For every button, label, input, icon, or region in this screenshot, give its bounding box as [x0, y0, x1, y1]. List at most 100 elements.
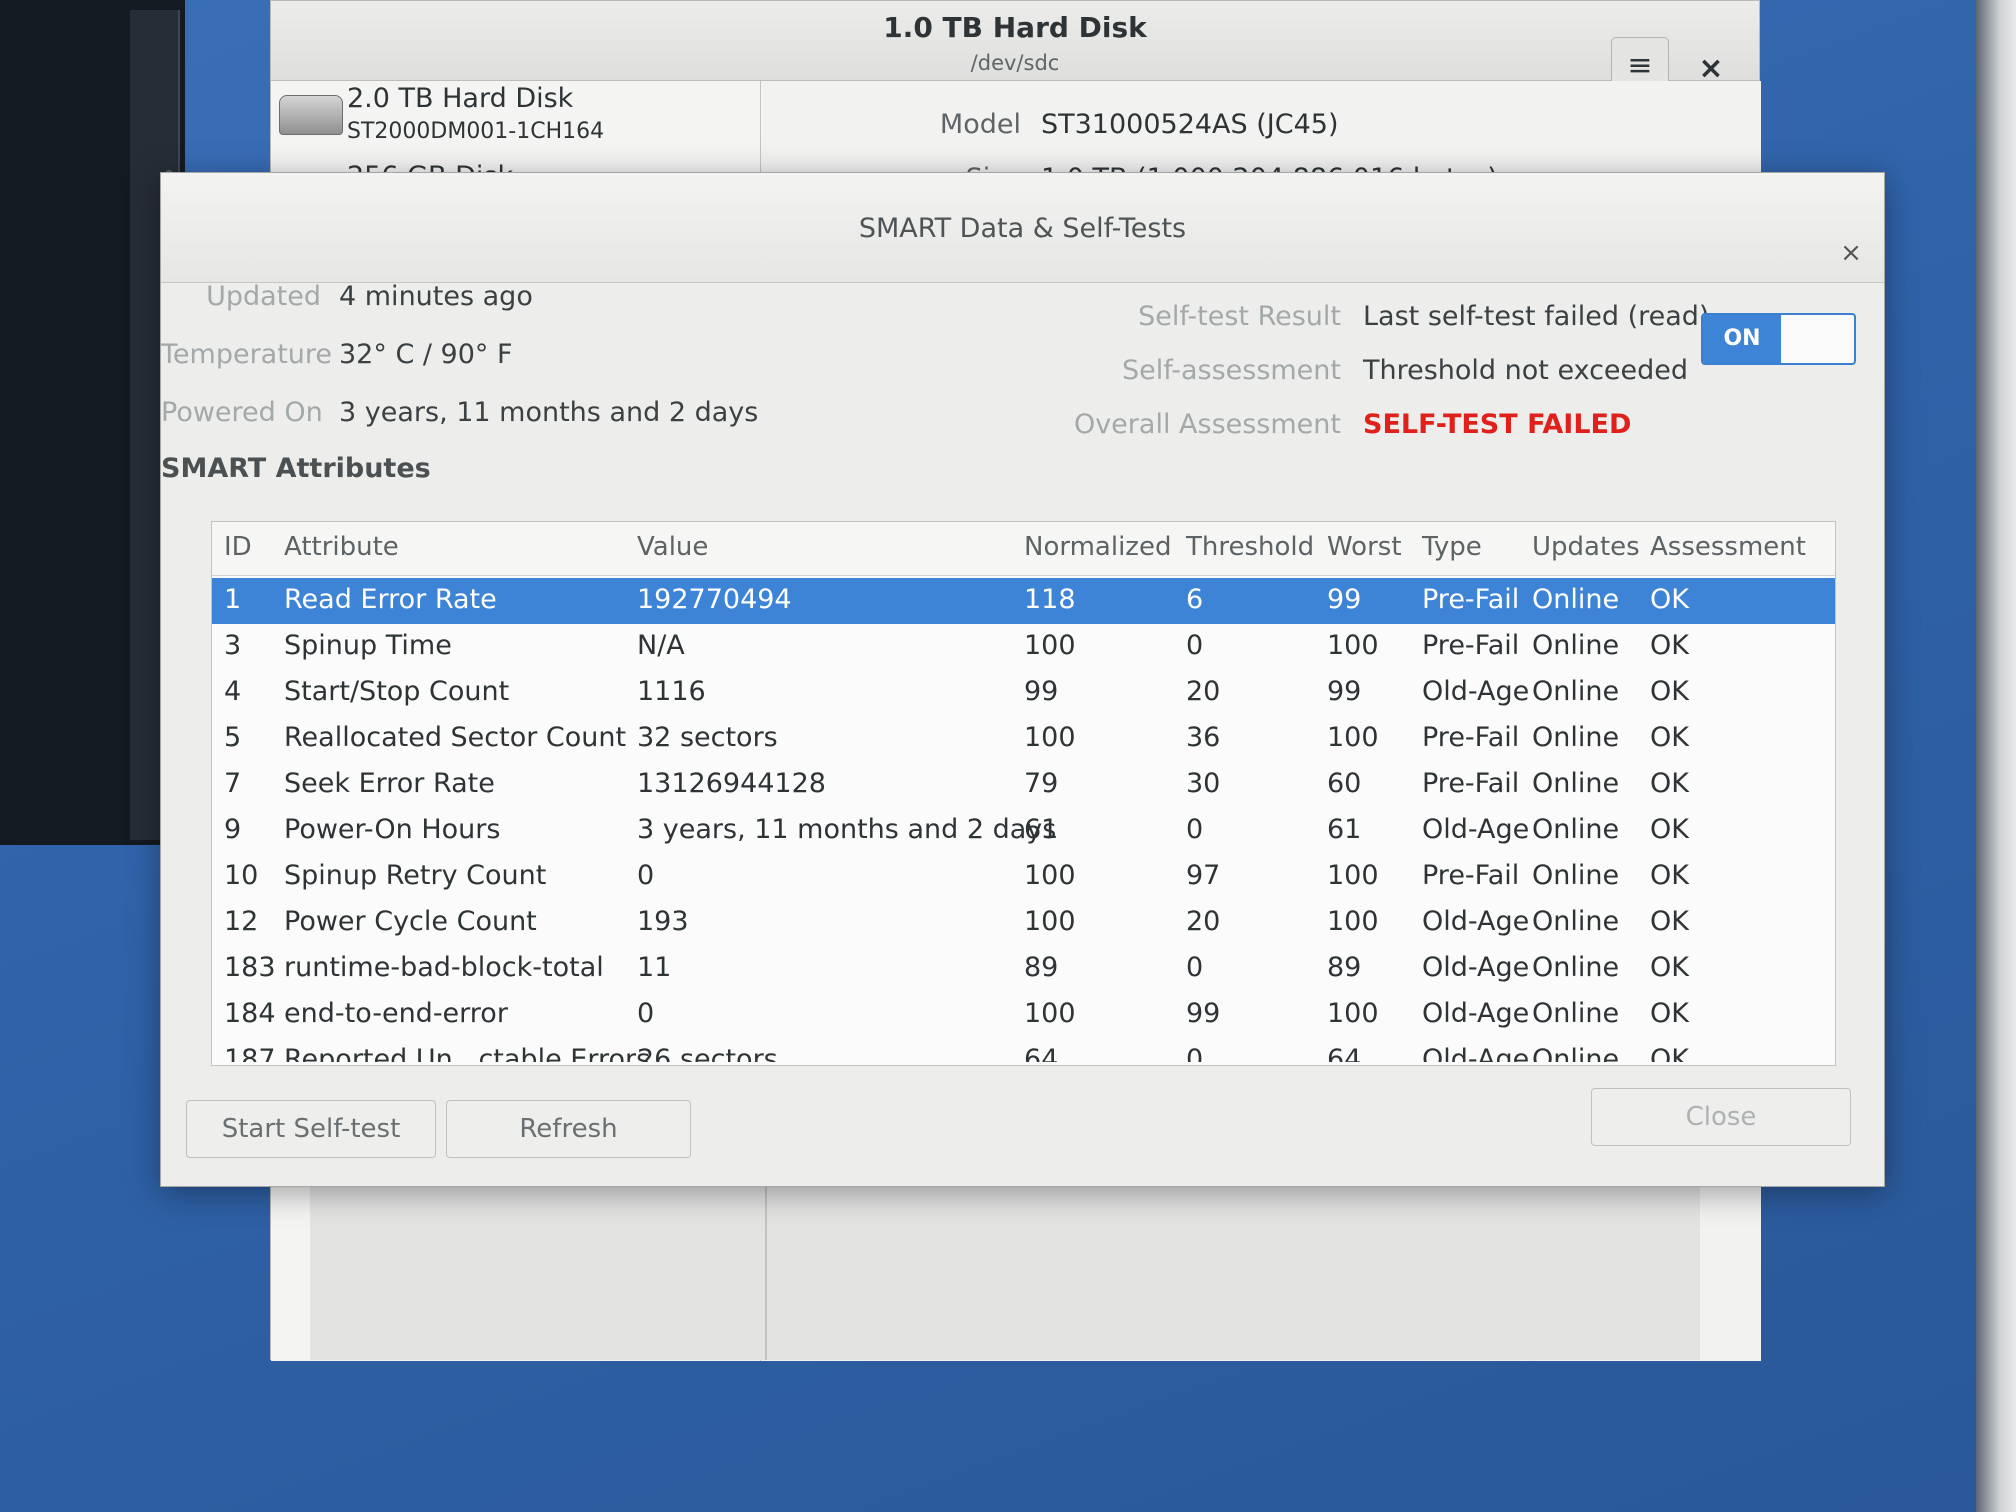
- cell-id: 10: [224, 860, 259, 891]
- column-header-value[interactable]: Value: [637, 532, 708, 562]
- cell-type: Pre-Fail: [1422, 860, 1520, 891]
- table-row[interactable]: 5 Reallocated Sector Count 32 sectors 100 36…: [212, 716, 1835, 762]
- cell-assessment: OK: [1650, 952, 1689, 983]
- cell-worst: 89: [1327, 952, 1362, 983]
- close-button[interactable]: Close: [1591, 1088, 1851, 1146]
- column-header-threshold[interactable]: Threshold: [1186, 532, 1314, 562]
- cell-normalized: 64: [1024, 1044, 1059, 1062]
- cell-threshold: 0: [1186, 814, 1204, 845]
- cell-threshold: 97: [1186, 860, 1221, 891]
- disk-list-item[interactable]: 2.0 TB Hard Disk ST2000DM001-1CH164: [271, 81, 761, 161]
- cell-value: 13126944128: [637, 768, 826, 799]
- smart-attributes-heading: SMART Attributes: [161, 453, 431, 484]
- cell-normalized: 100: [1024, 906, 1076, 937]
- cell-updates: Online: [1532, 630, 1620, 661]
- smart-dialog: SMART Data & Self-Tests × Updated 4 minu…: [160, 172, 1885, 1187]
- temperature-label: Temperature: [161, 339, 333, 370]
- cell-assessment: OK: [1650, 998, 1689, 1029]
- close-icon: ×: [1840, 238, 1862, 268]
- disks-window-subtitle: /dev/sdc: [970, 51, 1060, 75]
- cell-worst: 60: [1327, 768, 1362, 799]
- detail-model-label: Model: [939, 109, 1021, 140]
- column-header-worst[interactable]: Worst: [1327, 532, 1402, 562]
- cell-type: Old-Age: [1422, 952, 1530, 983]
- cell-attribute: end-to-end-error: [284, 998, 508, 1029]
- column-header-attribute[interactable]: Attribute: [284, 532, 399, 562]
- overall-assessment-label: Overall Assessment: [1073, 409, 1341, 440]
- cell-type: Old-Age: [1422, 998, 1530, 1029]
- cell-threshold: 0: [1186, 952, 1204, 983]
- cell-updates: Online: [1532, 722, 1620, 753]
- smart-enabled-toggle[interactable]: ON: [1701, 313, 1856, 365]
- self-assessment-value: Threshold not exceeded: [1363, 355, 1689, 386]
- cell-normalized: 89: [1024, 952, 1059, 983]
- cell-updates: Online: [1532, 584, 1620, 615]
- dialog-titlebar: SMART Data & Self-Tests: [161, 173, 1884, 283]
- cell-value: N/A: [637, 630, 685, 661]
- cell-threshold: 36: [1186, 722, 1221, 753]
- cell-value: 3 years, 11 months and 2 days: [637, 814, 1057, 845]
- cell-updates: Online: [1532, 768, 1620, 799]
- panel-divider: [765, 1185, 767, 1360]
- cell-normalized: 100: [1024, 722, 1076, 753]
- cell-normalized: 118: [1024, 584, 1076, 615]
- table-row[interactable]: 184 end-to-end-error 0 100 99 100 Old-Age Onlin…: [212, 992, 1835, 1038]
- table-row[interactable]: 187 Reported Un...ctable Errors 26 sectors…: [212, 1038, 1835, 1062]
- cell-normalized: 99: [1024, 676, 1059, 707]
- cell-worst: 100: [1327, 860, 1379, 891]
- column-header-type[interactable]: Type: [1422, 532, 1482, 562]
- cell-type: Pre-Fail: [1422, 584, 1520, 615]
- cell-updates: Online: [1532, 676, 1620, 707]
- table-row[interactable]: 10 Spinup Retry Count 0 100 97 100 Pre-Fail Onl…: [212, 854, 1835, 900]
- smart-attributes-table[interactable]: ID Attribute Value Normalized Threshold …: [211, 521, 1836, 1066]
- cell-attribute: Read Error Rate: [284, 584, 497, 615]
- cell-normalized: 100: [1024, 998, 1076, 1029]
- cell-id: 183: [224, 952, 276, 983]
- cell-id: 187: [224, 1044, 276, 1062]
- column-header-assessment[interactable]: Assessment: [1650, 532, 1806, 562]
- cell-assessment: OK: [1650, 630, 1689, 661]
- powered-on-value: 3 years, 11 months and 2 days: [339, 397, 759, 428]
- cell-value: 192770494: [637, 584, 792, 615]
- cell-attribute: Seek Error Rate: [284, 768, 495, 799]
- cell-value: 26 sectors: [637, 1044, 778, 1062]
- column-header-id[interactable]: ID: [224, 532, 252, 562]
- table-row[interactable]: 1 Read Error Rate 192770494 118 6 99 Pre-Fail O…: [212, 578, 1835, 624]
- cell-threshold: 6: [1186, 584, 1204, 615]
- cell-worst: 61: [1327, 814, 1362, 845]
- start-selftest-button[interactable]: Start Self-test: [186, 1100, 436, 1158]
- table-row[interactable]: 7 Seek Error Rate 13126944128 79 30 60 Pre-Fai…: [212, 762, 1835, 808]
- cell-id: 1: [224, 584, 242, 615]
- table-row[interactable]: 12 Power Cycle Count 193 100 20 100 Old-Age Onl…: [212, 900, 1835, 946]
- column-header-updates[interactable]: Updates: [1532, 532, 1640, 562]
- cell-type: Old-Age: [1422, 1044, 1530, 1062]
- cell-value: 0: [637, 998, 655, 1029]
- detail-model-value: ST31000524AS (JC45): [1041, 109, 1339, 140]
- cell-updates: Online: [1532, 814, 1620, 845]
- cell-threshold: 20: [1186, 676, 1221, 707]
- cell-assessment: OK: [1650, 676, 1689, 707]
- dialog-close-button[interactable]: ×: [1831, 233, 1871, 273]
- cell-normalized: 61: [1024, 814, 1059, 845]
- cell-threshold: 30: [1186, 768, 1221, 799]
- selftest-result-value: Last self-test failed (read): [1363, 301, 1710, 332]
- cell-type: Pre-Fail: [1422, 630, 1520, 661]
- column-header-normalized[interactable]: Normalized: [1024, 532, 1171, 562]
- cell-threshold: 99: [1186, 998, 1221, 1029]
- cell-value: 32 sectors: [637, 722, 778, 753]
- table-row[interactable]: 183 runtime-bad-block-total 11 89 0 89 Old-Age…: [212, 946, 1835, 992]
- updated-value: 4 minutes ago: [339, 281, 533, 312]
- cell-attribute: runtime-bad-block-total: [284, 952, 604, 983]
- dialog-title: SMART Data & Self-Tests: [858, 213, 1187, 244]
- refresh-button[interactable]: Refresh: [446, 1100, 691, 1158]
- overall-assessment-value: SELF-TEST FAILED: [1363, 409, 1632, 440]
- disks-titlebar: 1.0 TB Hard Disk /dev/sdc: [271, 1, 1759, 81]
- cell-type: Old-Age: [1422, 906, 1530, 937]
- cell-assessment: OK: [1650, 814, 1689, 845]
- cell-attribute: Power Cycle Count: [284, 906, 537, 937]
- table-row[interactable]: 9 Power-On Hours 3 years, 11 months and 2 …: [212, 808, 1835, 854]
- table-row[interactable]: 3 Spinup Time N/A 100 0 100 Pre-Fail Online OK: [212, 624, 1835, 670]
- table-row[interactable]: 4 Start/Stop Count 1116 99 20 99 Old-Age Online…: [212, 670, 1835, 716]
- cell-updates: Online: [1532, 1044, 1620, 1062]
- toggle-on-label: ON: [1703, 315, 1781, 363]
